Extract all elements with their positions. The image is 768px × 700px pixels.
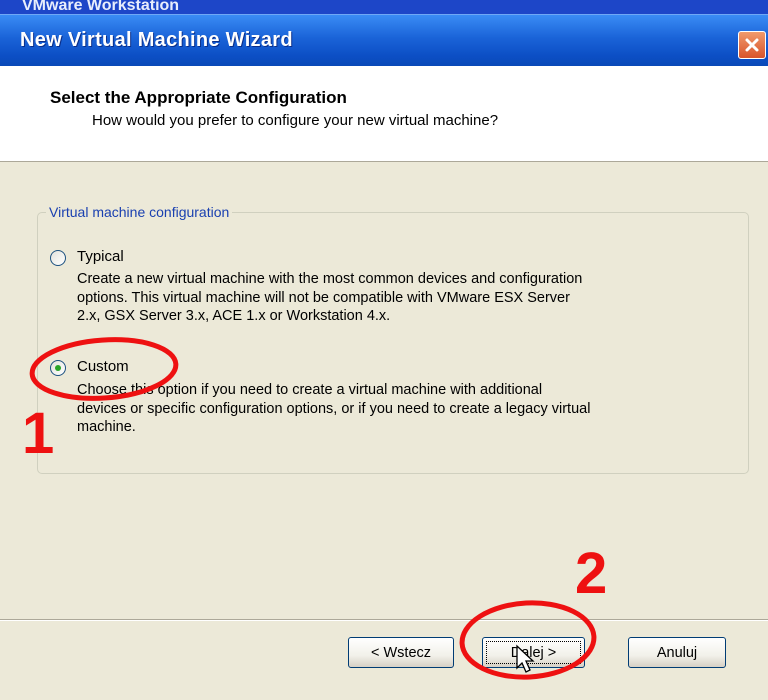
background-app-titlebar: VMware Workstation [0, 0, 768, 14]
option-typical-label[interactable]: Typical [77, 248, 124, 265]
groupbox-legend: Virtual machine configuration [46, 204, 233, 220]
option-custom-description: Choose this option if you need to create… [77, 381, 590, 437]
radio-selected-dot [55, 365, 61, 371]
description-line: devices or specific configuration option… [77, 400, 591, 417]
cancel-button[interactable]: Anuluj [628, 637, 726, 668]
wizard-header: Select the Appropriate Configuration How… [0, 66, 768, 162]
close-icon [745, 38, 759, 52]
radio-typical[interactable] [50, 250, 66, 266]
window-title: New Virtual Machine Wizard [20, 29, 293, 51]
description-line: Create a new virtual machine with the mo… [77, 271, 583, 287]
page-subtitle: How would you prefer to configure your n… [92, 112, 499, 129]
option-custom-label[interactable]: Custom [77, 358, 129, 375]
next-button[interactable]: Dalej > [482, 637, 585, 668]
option-typical-description: Create a new virtual machine with the mo… [77, 270, 582, 326]
back-button[interactable]: < Wstecz [348, 637, 454, 668]
annotation-number-1: 1 [22, 401, 55, 466]
description-line: 2.x, GSX Server 3.x, ACE 1.x or Workstat… [77, 308, 391, 324]
annotation-number-2: 2 [575, 541, 608, 606]
background-app-title: VMware Workstation [22, 0, 180, 14]
footer-separator [0, 619, 768, 621]
page-title: Select the Appropriate Configuration [50, 88, 347, 107]
title-bar[interactable]: New Virtual Machine Wizard [0, 14, 768, 66]
description-line: machine. [77, 419, 136, 435]
wizard-window: New Virtual Machine Wizard Select the Ap… [0, 14, 768, 700]
description-line: options. This virtual machine will not b… [77, 289, 570, 306]
close-button[interactable] [738, 31, 766, 59]
radio-custom[interactable] [50, 360, 66, 376]
description-line: Choose this option if you need to create… [77, 382, 543, 398]
